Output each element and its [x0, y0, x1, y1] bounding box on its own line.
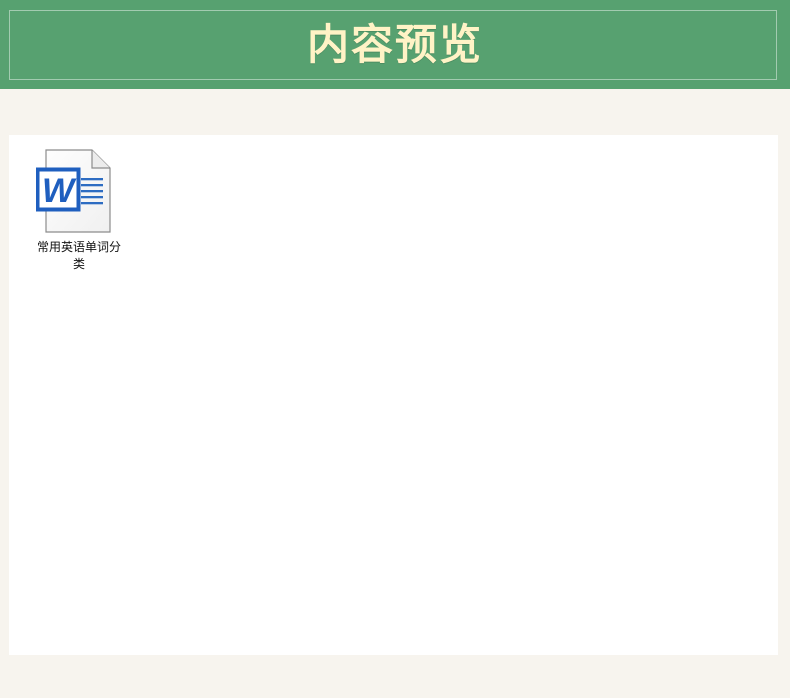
word-document-icon: W [36, 149, 111, 233]
file-name-label[interactable]: 常用英语单词分类 [33, 239, 125, 273]
page-title: 内容预览 [306, 20, 483, 69]
content-preview-panel: W 常用英语单词分类 [9, 135, 778, 655]
file-item[interactable]: W 常用英语单词分类 [33, 149, 125, 279]
svg-text:W: W [42, 172, 77, 210]
page-header: 内容预览 [0, 0, 790, 89]
